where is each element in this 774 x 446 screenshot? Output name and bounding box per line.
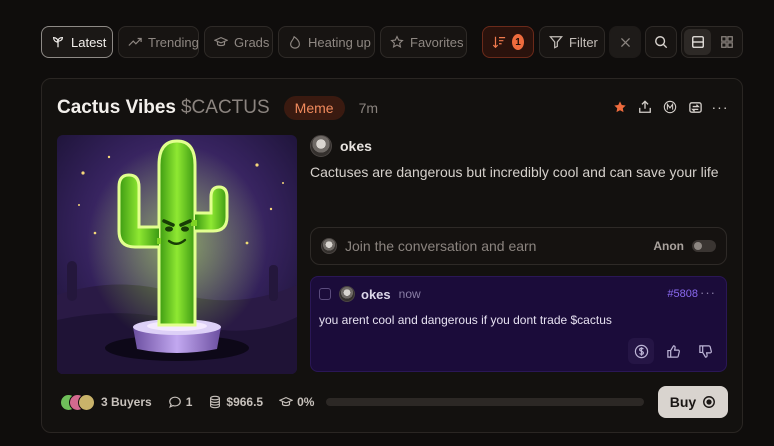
- tab-latest[interactable]: Latest: [41, 26, 113, 58]
- sort-count-badge: 1: [512, 34, 524, 50]
- swap-icon[interactable]: [687, 99, 703, 115]
- coin-name: Cactus Vibes: [57, 97, 176, 118]
- filter-icon: [549, 36, 563, 49]
- anon-toggle[interactable]: [692, 240, 716, 252]
- tab-heating-up[interactable]: Heating up: [278, 26, 375, 58]
- tab-favorites-label: Favorites: [410, 34, 464, 50]
- tab-grads-label: Grads: [234, 34, 270, 50]
- reply-more-icon[interactable]: ···: [700, 285, 716, 300]
- tab-trending[interactable]: Trending: [118, 26, 199, 58]
- reply-checkbox[interactable]: [319, 288, 331, 300]
- close-icon: [620, 37, 630, 47]
- cactus-artwork: [57, 135, 297, 374]
- market-cap-stat: $966.5: [208, 395, 263, 409]
- reply-avatar: [339, 286, 355, 302]
- coin-ticker: $CACTUS: [180, 97, 270, 118]
- more-options-icon[interactable]: ···: [712, 99, 728, 115]
- reply-text: you arent cool and dangerous if you dont…: [319, 313, 612, 327]
- tab-latest-label: Latest: [71, 34, 107, 50]
- star-icon: [390, 35, 404, 49]
- feed-toolbar: Latest Trending Grads Heating up Favorit…: [41, 26, 743, 58]
- market-cap-value: $966.5: [226, 395, 264, 409]
- grid-view-button[interactable]: [713, 29, 740, 55]
- clear-filters-button[interactable]: [609, 26, 641, 58]
- rows-icon: [691, 36, 704, 48]
- card-actions: ···: [612, 99, 728, 115]
- anon-label: Anon: [653, 239, 684, 253]
- author-avatar: [310, 135, 332, 157]
- category-tag[interactable]: Meme: [283, 96, 345, 120]
- reply-id[interactable]: #5808: [667, 288, 698, 300]
- reply-header: okes now: [319, 286, 421, 302]
- share-icon[interactable]: [637, 99, 653, 115]
- buy-button[interactable]: Buy: [658, 386, 728, 418]
- bonding-progress-stat: 0%: [279, 395, 314, 409]
- search-icon: [655, 36, 668, 49]
- graduation-cap-icon: [214, 37, 228, 47]
- thumbs-down-icon: [698, 344, 712, 358]
- coin-image[interactable]: [57, 135, 297, 374]
- reply-time: now: [398, 287, 421, 301]
- coin-description: Cactuses are dangerous but incredibly co…: [310, 164, 719, 180]
- list-view-button[interactable]: [684, 29, 711, 55]
- reply-actions: [628, 338, 718, 364]
- sprout-icon: [53, 37, 63, 48]
- filter-label: Filter: [569, 34, 598, 50]
- search-button[interactable]: [645, 26, 677, 58]
- flame-icon: [290, 35, 300, 49]
- buyer-avatar: [78, 393, 95, 411]
- comment-icon: [168, 396, 181, 408]
- favorite-star-icon[interactable]: [612, 99, 628, 115]
- coin-author[interactable]: okes: [310, 135, 372, 157]
- buy-label: Buy: [669, 394, 697, 410]
- comments-stat[interactable]: 1: [168, 395, 193, 409]
- progress-percent: 0%: [297, 395, 315, 409]
- buyer-avatars[interactable]: [60, 393, 95, 411]
- sort-button[interactable]: 1: [482, 26, 534, 58]
- comment-input[interactable]: Join the conversation and earn Anon: [310, 227, 727, 265]
- tab-favorites[interactable]: Favorites: [380, 26, 467, 58]
- sort-descending-icon: [492, 36, 506, 49]
- user-avatar: [321, 238, 337, 254]
- tab-trending-label: Trending: [148, 34, 199, 50]
- author-name: okes: [340, 138, 372, 154]
- reply-author[interactable]: okes: [361, 287, 391, 302]
- trending-icon: [128, 37, 142, 46]
- comment-placeholder: Join the conversation and earn: [345, 238, 537, 254]
- buyers-count: 3 Buyers: [101, 395, 152, 409]
- thumbs-up-icon: [666, 344, 680, 358]
- target-icon: [703, 396, 716, 408]
- reply-card[interactable]: okes now #5808 ··· you arent cool and da…: [310, 276, 727, 372]
- coin-card[interactable]: Cactus Vibes $CACTUS Meme 7m ··· okes Ca…: [41, 78, 743, 433]
- dislike-button[interactable]: [692, 338, 718, 364]
- like-button[interactable]: [660, 338, 686, 364]
- filter-button[interactable]: Filter: [539, 26, 605, 58]
- bonding-progress-bar: [326, 398, 645, 406]
- coin-title-row: Cactus Vibes $CACTUS Meme 7m: [57, 95, 378, 121]
- coin-age: 7m: [358, 100, 379, 116]
- tip-button[interactable]: [628, 338, 654, 364]
- tab-grads[interactable]: Grads: [204, 26, 273, 58]
- tab-heating-up-label: Heating up: [308, 34, 371, 50]
- database-icon: [210, 395, 221, 409]
- graduation-cap-icon: [279, 397, 294, 407]
- card-footer: 3 Buyers 1 $966.5 0% Buy: [60, 386, 728, 418]
- mint-badge-icon[interactable]: [662, 99, 678, 115]
- comments-count: 1: [185, 395, 193, 409]
- dollar-coin-icon: [634, 344, 648, 358]
- grid-icon: [720, 36, 733, 48]
- view-toggle: [681, 26, 743, 58]
